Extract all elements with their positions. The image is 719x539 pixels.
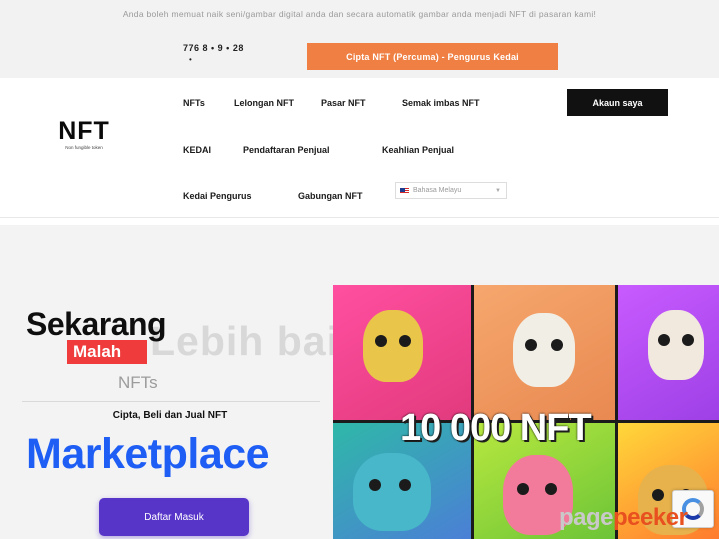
announcement-text: Anda boleh memuat naik seni/gambar digit… <box>122 9 597 19</box>
watermark-part-2: peeker <box>613 504 688 531</box>
my-account-button[interactable]: Akaun saya <box>567 89 668 116</box>
language-selector[interactable]: Bahasa Melayu ▼ <box>395 182 507 199</box>
site-logo[interactable]: NFT Non fungible token <box>44 118 124 150</box>
nav-item-keahlian-penjual[interactable]: Keahlian Penjual <box>382 145 454 155</box>
nav-item-pasar-nft[interactable]: Pasar NFT <box>321 98 366 108</box>
nav-item-semak-imbas-nft[interactable]: Semak imbas NFT <box>402 98 480 108</box>
nav-item-kedai[interactable]: KEDAI <box>183 145 211 155</box>
hero-headline: Sekarang <box>26 306 167 342</box>
nav-item-pendaftaran-penjual[interactable]: Pendaftaran Penjual <box>243 145 330 155</box>
skull-art <box>648 310 704 380</box>
collage-label: 10 000 NFT <box>400 407 592 449</box>
hero-title: Marketplace <box>26 430 270 478</box>
hero-subline: NFTs <box>118 373 158 392</box>
chevron-down-icon: ▼ <box>495 187 501 194</box>
skull-art <box>363 310 423 382</box>
logo-wordmark: NFT <box>58 117 110 145</box>
skull-art <box>513 313 575 387</box>
logo-tagline: Non fungible token <box>65 145 103 150</box>
countdown-tail: • <box>189 55 192 64</box>
nav-item-kedai-pengurus[interactable]: Kedai Pengurus <box>183 191 252 201</box>
nav-item-lelongan-nft[interactable]: Lelongan NFT <box>234 98 294 108</box>
skull-art <box>353 453 431 531</box>
nav-item-gabungan-nft[interactable]: Gabungan NFT <box>298 191 363 201</box>
hero-tagline: Cipta, Beli dan Jual NFT <box>112 410 228 421</box>
create-nft-button[interactable]: Cipta NFT (Percuma) - Pengurus Kedai <box>307 43 558 70</box>
nav-item-nfts[interactable]: NFTs <box>183 98 205 108</box>
flag-icon <box>400 187 409 194</box>
pagepeeker-watermark: pagepeeker <box>559 504 688 532</box>
hero-divider <box>22 401 320 402</box>
login-button[interactable]: Daftar Masuk <box>99 498 249 536</box>
nft-collage-image: 10 000 NFT <box>333 285 719 539</box>
hero-highlight: Malah <box>67 340 147 364</box>
countdown-timer: 776 8 • 9 • 28 <box>183 43 244 53</box>
watermark-part-1: page <box>559 504 614 531</box>
language-label: Bahasa Melayu <box>413 187 462 194</box>
